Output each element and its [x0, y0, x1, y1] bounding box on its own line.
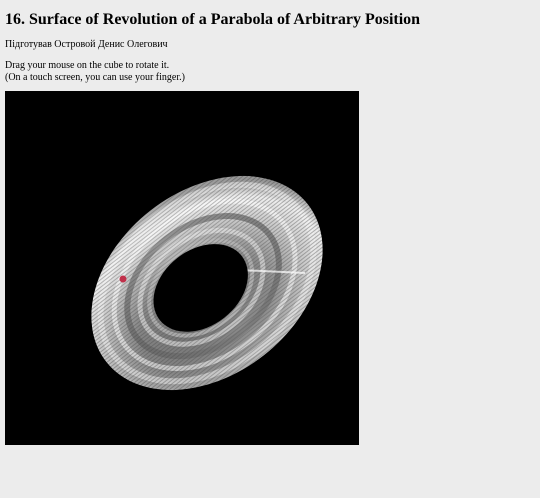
- instruction-line-drag: Drag your mouse on the cube to rotate it…: [5, 60, 170, 71]
- surface-render: [5, 91, 359, 445]
- author-credit: Підготував Островой Денис Олегович: [5, 39, 168, 50]
- instruction-line-touch: (On a touch screen, you can use your fin…: [5, 72, 185, 83]
- page-title: 16. Surface of Revolution of a Parabola …: [5, 11, 421, 28]
- 3d-viewport-canvas[interactable]: [5, 91, 359, 445]
- point-marker: [119, 275, 127, 283]
- torus-surface: [5, 91, 359, 445]
- instructions: Drag your mouse on the cube to rotate it…: [5, 60, 185, 84]
